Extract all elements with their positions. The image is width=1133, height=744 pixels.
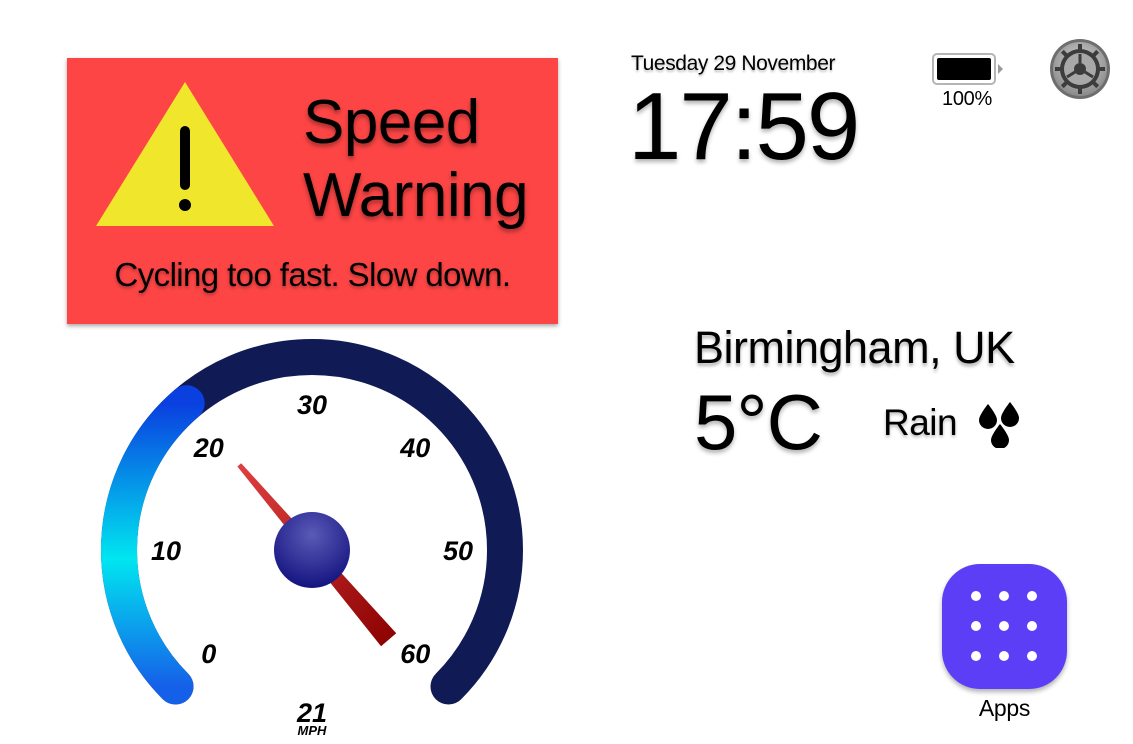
warning-message: Cycling too fast. Slow down. <box>114 256 512 293</box>
battery-icon <box>932 53 1006 85</box>
weather-temperature: 5°C <box>694 378 823 466</box>
gauge-tick-label-60: 60 <box>400 639 430 669</box>
warning-triangle-icon <box>96 82 274 226</box>
battery-body <box>932 53 996 85</box>
gauge-tick-label-30: 30 <box>297 390 327 420</box>
gear-icon <box>1050 39 1110 99</box>
battery-percentage: 100% <box>942 88 992 110</box>
gauge-tick-label-20: 20 <box>193 433 224 463</box>
speed-unit: MPH <box>298 723 328 738</box>
gauge-tick-label-50: 50 <box>443 536 473 566</box>
speedometer-gauge: 0 10 20 30 40 50 60 21 MPH <box>90 330 540 744</box>
battery-level-fill <box>937 58 991 80</box>
weather-location: Birmingham, UK <box>694 322 1015 373</box>
weather-condition: Rain <box>883 402 958 443</box>
settings-button[interactable] <box>1049 38 1111 100</box>
gauge-tick-label-40: 40 <box>399 433 430 463</box>
gauge-tick-label-10: 10 <box>151 536 181 566</box>
gauge-hub <box>274 512 350 588</box>
speed-warning-card: Speed Warning Cycling too fast. Slow dow… <box>67 58 558 324</box>
app-grid-icon <box>971 591 1037 661</box>
apps-button[interactable] <box>942 564 1067 689</box>
gauge-tick-label-0: 0 <box>201 639 216 669</box>
dashboard-screen: Speed Warning Cycling too fast. Slow dow… <box>0 0 1133 744</box>
rain-drops-icon <box>979 402 1019 448</box>
battery-tip <box>998 64 1003 74</box>
warning-title: Speed Warning <box>303 88 529 230</box>
apps-label: Apps <box>978 695 1031 721</box>
time-label: 17:59 <box>628 73 860 180</box>
